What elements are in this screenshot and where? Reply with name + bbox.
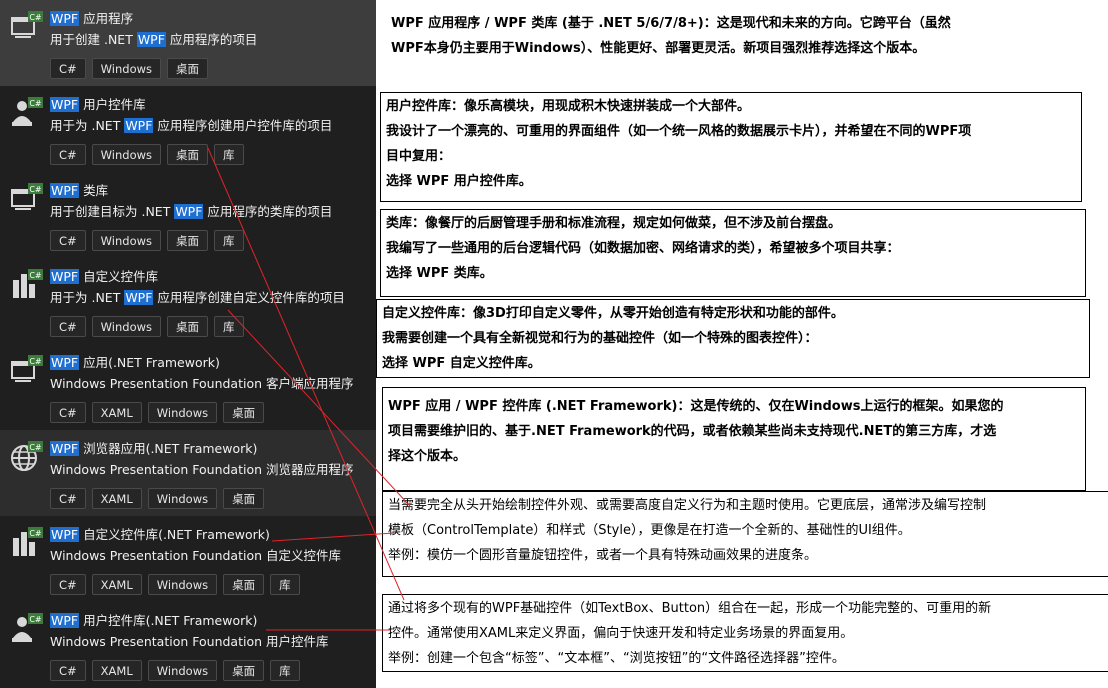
tag: C# <box>50 488 86 509</box>
tag: C# <box>50 574 86 595</box>
tag: Windows <box>147 402 218 423</box>
tag: 库 <box>214 230 244 251</box>
template-item-wpf-user-control-library[interactable]: C# WPF 用户控件库 用于为 .NET WPF 应用程序创建用户控件库的项目… <box>0 86 376 172</box>
template-title: WPF 浏览器应用(.NET Framework) <box>50 441 258 456</box>
template-item-wpf-app-net-framework[interactable]: C# WPF 应用(.NET Framework) Windows Presen… <box>0 344 376 430</box>
tag: 库 <box>214 144 244 165</box>
user-control-library-icon: C# <box>12 613 43 642</box>
template-tags: C# XAML Windows 桌面 <box>50 402 265 423</box>
svg-text:C#: C# <box>29 185 42 194</box>
tag: C# <box>50 402 86 423</box>
tag: Windows <box>147 660 218 681</box>
template-tags: C# Windows 桌面 库 <box>50 316 244 337</box>
note-user-control-library: 用户控件库：像乐高模块，用现成积木快速拼装成一个大部件。 我设计了一个漂亮的、可… <box>380 92 1082 202</box>
tag: 库 <box>214 316 244 337</box>
globe-icon: C# <box>11 441 43 471</box>
tag: XAML <box>91 574 142 595</box>
note-class-library: 类库：像餐厅的后厨管理手册和标准流程，规定如何做菜，但不涉及前台摆盘。 我编写了… <box>380 209 1086 297</box>
wpf-app-icon: C# <box>11 355 43 382</box>
note-custom-control-details: 当需要完全从头开始绘制控件外观、或需要高度自定义行为和主题时使用。它更底层，通常… <box>382 491 1108 577</box>
svg-text:C#: C# <box>29 357 42 366</box>
svg-text:C#: C# <box>29 615 42 624</box>
template-description: Windows Presentation Foundation 浏览器应用程序 <box>50 462 354 477</box>
note-custom-control-library: 自定义控件库：像3D打印自定义零件，从零开始创造有特定形状和功能的部件。 我需要… <box>376 299 1090 378</box>
tag: Windows <box>91 58 162 79</box>
tag: 桌面 <box>167 230 209 251</box>
tag: XAML <box>91 488 142 509</box>
template-title: WPF 自定义控件库 <box>50 269 159 284</box>
tag: C# <box>50 230 86 251</box>
tag: 库 <box>270 574 300 595</box>
custom-control-library-icon: C# <box>13 269 43 298</box>
note-user-control-details: 通过将多个现有的WPF基础控件（如TextBox、Button）组合在一起，形成… <box>382 594 1108 672</box>
svg-text:C#: C# <box>29 99 42 108</box>
template-title: WPF 用户控件库(.NET Framework) <box>50 613 258 628</box>
tag: C# <box>50 58 86 79</box>
tag: 桌面 <box>167 316 209 337</box>
template-item-wpf-browser-app[interactable]: C# WPF 浏览器应用(.NET Framework) Windows Pre… <box>0 430 376 516</box>
template-description: 用于创建目标为 .NET WPF 应用程序的类库的项目 <box>50 204 333 219</box>
template-description: 用于创建 .NET WPF 应用程序的项目 <box>50 32 258 47</box>
svg-text:C#: C# <box>29 13 42 22</box>
wpf-app-icon: C# <box>11 11 43 38</box>
template-item-wpf-app[interactable]: C# WPF 应用程序 用于创建 .NET WPF 应用程序的项目 C# Win… <box>0 0 376 86</box>
tag: Windows <box>147 574 218 595</box>
user-control-library-icon: C# <box>12 97 43 126</box>
template-title: WPF 应用程序 <box>50 11 134 26</box>
template-title: WPF 用户控件库 <box>50 97 146 112</box>
note-modern-dotnet: WPF 应用程序 / WPF 类库 (基于 .NET 5/6/7/8+)：这是现… <box>386 10 1102 70</box>
note-net-framework: WPF 应用 / WPF 控件库 (.NET Framework)：这是传统的、… <box>382 387 1086 491</box>
tag: Windows <box>91 316 162 337</box>
tag: 桌面 <box>167 144 209 165</box>
tag: 桌面 <box>167 58 209 79</box>
tag: 桌面 <box>223 402 265 423</box>
template-tags: C# Windows 桌面 <box>50 58 209 79</box>
tag: 桌面 <box>223 488 265 509</box>
svg-text:C#: C# <box>29 529 42 538</box>
tag: 库 <box>270 660 300 681</box>
template-item-wpf-custom-control-library[interactable]: C# WPF 自定义控件库 用于为 .NET WPF 应用程序创建自定义控件库的… <box>0 258 376 344</box>
tag: C# <box>50 316 86 337</box>
tag: Windows <box>91 144 162 165</box>
template-item-wpf-user-control-library-net-framework[interactable]: C# WPF 用户控件库(.NET Framework) Windows Pre… <box>0 602 376 688</box>
template-description: Windows Presentation Foundation 自定义控件库 <box>50 548 341 563</box>
svg-text:C#: C# <box>29 443 42 452</box>
template-list: C# WPF 应用程序 用于创建 .NET WPF 应用程序的项目 C# Win… <box>0 0 376 688</box>
tag: C# <box>50 144 86 165</box>
template-tags: C# Windows 桌面 库 <box>50 144 244 165</box>
template-item-wpf-custom-control-library-net-framework[interactable]: C# WPF 自定义控件库(.NET Framework) Windows Pr… <box>0 516 376 602</box>
template-title: WPF 应用(.NET Framework) <box>50 355 220 370</box>
class-library-icon: C# <box>11 183 43 210</box>
tag: XAML <box>91 402 142 423</box>
template-title: WPF 自定义控件库(.NET Framework) <box>50 527 270 542</box>
svg-text:C#: C# <box>29 271 42 280</box>
template-description: Windows Presentation Foundation 客户端应用程序 <box>50 376 354 391</box>
tag: Windows <box>147 488 218 509</box>
tag: XAML <box>91 660 142 681</box>
custom-control-library-icon: C# <box>13 527 43 556</box>
tag: Windows <box>91 230 162 251</box>
template-description: Windows Presentation Foundation 用户控件库 <box>50 634 329 649</box>
template-item-wpf-class-library[interactable]: C# WPF 类库 用于创建目标为 .NET WPF 应用程序的类库的项目 C#… <box>0 172 376 258</box>
template-tags: C# XAML Windows 桌面 库 <box>50 574 300 595</box>
template-title: WPF 类库 <box>50 183 109 198</box>
template-description: 用于为 .NET WPF 应用程序创建用户控件库的项目 <box>50 118 333 133</box>
template-description: 用于为 .NET WPF 应用程序创建自定义控件库的项目 <box>50 290 345 305</box>
tag: C# <box>50 660 86 681</box>
template-tags: C# XAML Windows 桌面 库 <box>50 660 300 681</box>
template-tags: C# XAML Windows 桌面 <box>50 488 265 509</box>
template-tags: C# Windows 桌面 库 <box>50 230 244 251</box>
tag: 桌面 <box>223 574 265 595</box>
tag: 桌面 <box>223 660 265 681</box>
